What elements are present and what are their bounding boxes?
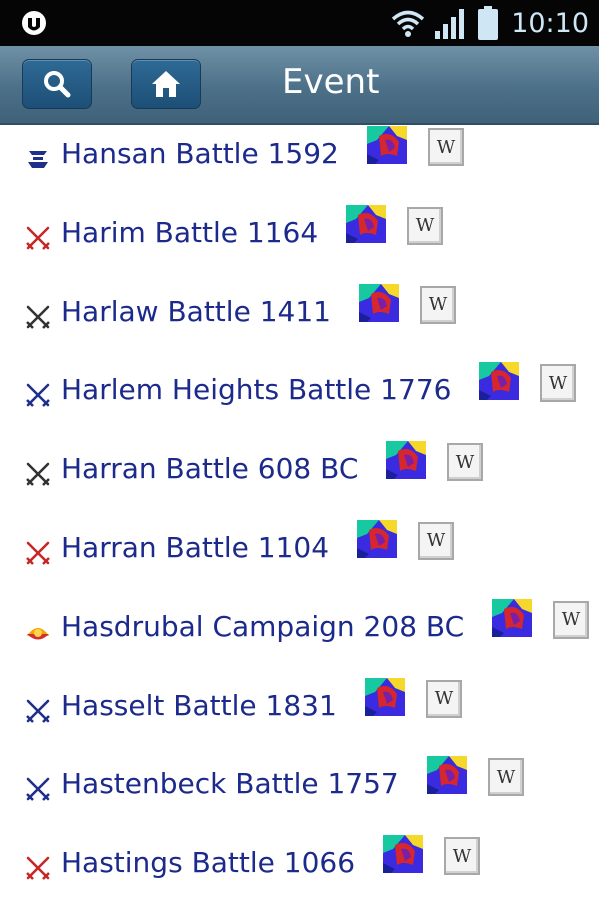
map-icon[interactable] (427, 756, 467, 795)
app-notification-icon (22, 11, 46, 35)
event-label[interactable]: Harran Battle 608 BC (61, 452, 358, 485)
event-label[interactable]: Harlaw Battle 1411 (61, 295, 331, 328)
signal-icon (435, 9, 465, 39)
title-bar: Event (0, 46, 599, 125)
list-item[interactable]: Harlem Heights Battle 1776 W (0, 359, 599, 438)
map-icon[interactable] (359, 283, 399, 322)
campaign-icon (24, 618, 52, 646)
wikipedia-icon[interactable]: W (407, 206, 443, 245)
page-title: Event (282, 62, 380, 102)
list-item[interactable]: Harim Battle 1164 W (0, 202, 599, 281)
status-time: 10:10 (511, 7, 589, 39)
home-icon (152, 71, 180, 97)
status-indicators: 10:10 (391, 4, 589, 42)
crossed-swords-icon (24, 460, 52, 488)
search-icon (44, 71, 71, 98)
event-label[interactable]: Hasdrubal Campaign 208 BC (61, 610, 464, 643)
map-icon[interactable] (365, 677, 405, 716)
event-label[interactable]: Hastings Battle 1066 (61, 846, 355, 879)
list-item[interactable]: Hansan Battle 1592 W (0, 123, 599, 202)
list-item[interactable]: Harran Battle 608 BC W (0, 438, 599, 517)
naval-battle-icon (24, 145, 52, 173)
wikipedia-icon[interactable]: W (426, 679, 462, 718)
crossed-swords-icon (24, 539, 52, 567)
home-button[interactable] (131, 59, 201, 109)
wikipedia-icon[interactable]: W (444, 837, 480, 876)
event-list: Hansan Battle 1592 W Harim Battle 1164 W… (0, 123, 599, 911)
list-item[interactable]: Hastenbeck Battle 1757 W (0, 753, 599, 832)
wikipedia-icon[interactable]: W (488, 758, 524, 797)
search-button[interactable] (22, 59, 92, 109)
wifi-icon (392, 10, 425, 37)
crossed-swords-icon (24, 697, 52, 725)
battery-icon (478, 6, 499, 40)
list-item[interactable]: Harlaw Battle 1411 W (0, 281, 599, 360)
status-bar: 10:10 (0, 0, 599, 46)
wikipedia-icon[interactable]: W (447, 443, 483, 482)
event-label[interactable]: Harim Battle 1164 (61, 216, 318, 249)
crossed-swords-icon (24, 303, 52, 331)
wikipedia-icon[interactable]: W (428, 128, 464, 166)
list-item[interactable]: Harran Battle 1104 W (0, 517, 599, 596)
event-label[interactable]: Hastenbeck Battle 1757 (61, 767, 399, 800)
map-icon[interactable] (386, 441, 426, 480)
event-label[interactable]: Harlem Heights Battle 1776 (61, 373, 451, 406)
map-icon[interactable] (479, 362, 519, 401)
event-label[interactable]: Hasselt Battle 1831 (61, 689, 337, 722)
crossed-swords-icon (24, 854, 52, 882)
map-icon[interactable] (492, 598, 532, 637)
wikipedia-icon[interactable]: W (420, 285, 456, 324)
list-item[interactable]: Hasdrubal Campaign 208 BC W (0, 596, 599, 675)
event-label[interactable]: Harran Battle 1104 (61, 531, 329, 564)
crossed-swords-icon (24, 381, 52, 409)
map-icon[interactable] (357, 519, 397, 558)
event-label[interactable]: Hansan Battle 1592 (61, 137, 339, 170)
list-item[interactable]: Hastings Battle 1066 W (0, 832, 599, 911)
map-icon[interactable] (367, 126, 407, 164)
wikipedia-icon[interactable]: W (418, 521, 454, 560)
map-icon[interactable] (383, 835, 423, 874)
crossed-swords-icon (24, 775, 52, 803)
wikipedia-icon[interactable]: W (553, 600, 589, 639)
map-icon[interactable] (346, 204, 386, 243)
list-item[interactable]: Hasselt Battle 1831 W (0, 675, 599, 754)
crossed-swords-icon (24, 224, 52, 252)
wikipedia-icon[interactable]: W (540, 364, 576, 403)
